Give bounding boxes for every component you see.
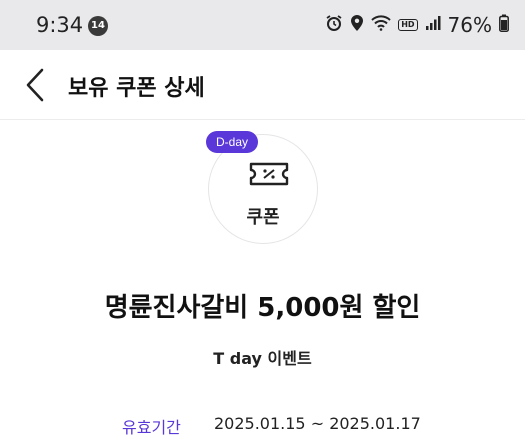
location-icon [350,14,364,36]
status-bar: 9:34 14 HD 76% [0,0,525,50]
app-header: 보유 쿠폰 상세 [0,50,525,120]
coupon-title: 명륜진사갈비 5,000원 할인 [104,293,421,323]
back-button[interactable] [20,66,54,104]
signal-icon [425,15,441,35]
dday-badge: D-day [206,131,258,153]
page-title: 보유 쿠폰 상세 [68,76,205,101]
coupon-subtitle: T day 이벤트 [213,349,312,368]
status-icons: HD 76% [325,12,509,38]
battery-percentage: 76% [447,13,492,37]
validity-value: 2025.01.15 ~ 2025.01.17 [214,414,421,433]
coupon-ticket-icon [247,161,291,187]
alarm-icon [325,14,343,36]
validity-label: 유효기간 [122,418,181,437]
battery-icon [499,14,509,36]
hd-voice-badge: HD [398,19,418,31]
status-time: 9:34 [36,13,84,37]
back-arrow-icon [26,68,44,102]
wifi-icon [371,15,391,35]
coupon-type-label: 쿠폰 [246,207,280,228]
notification-count-badge: 14 [88,16,108,36]
